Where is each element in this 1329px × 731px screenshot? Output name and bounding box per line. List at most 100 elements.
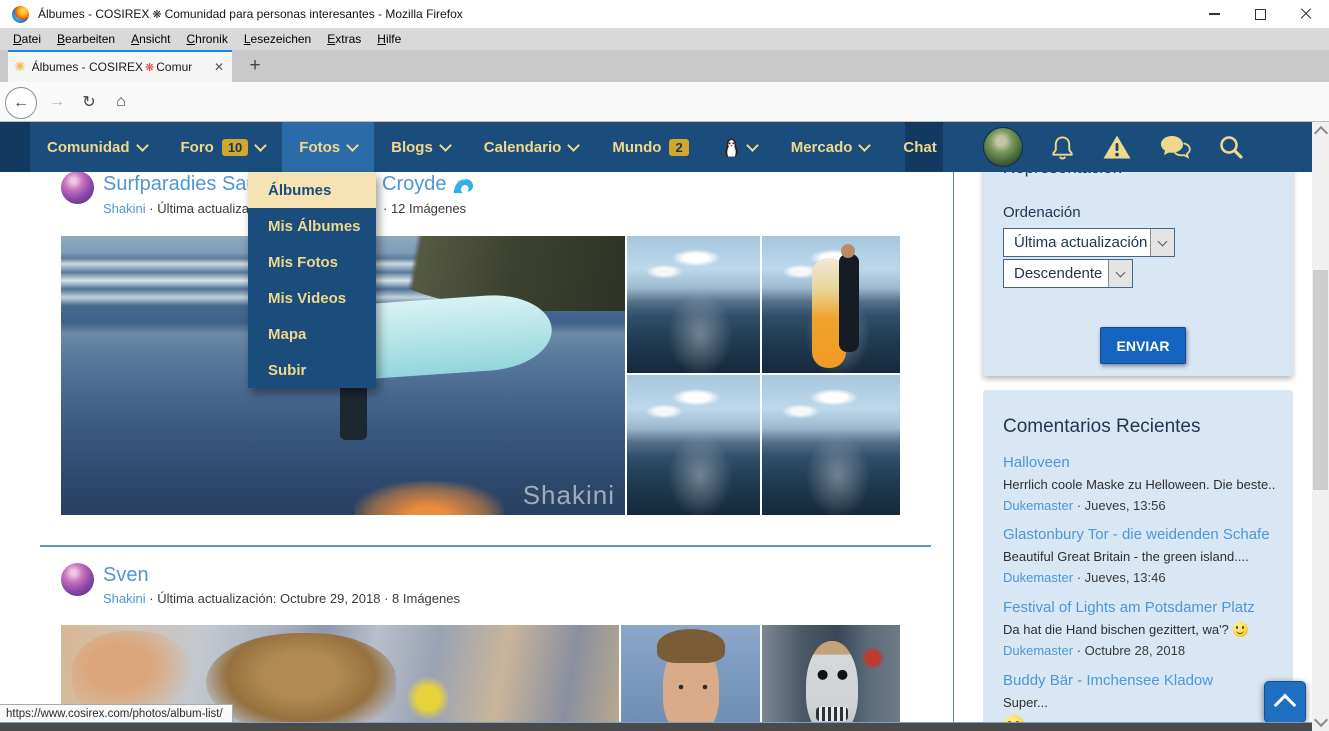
dropdown-item-subir[interactable]: Subir xyxy=(248,352,376,388)
site-nav-menu: Comunidad Foro10 Fotos Blogs Calendario … xyxy=(30,122,905,172)
tab-albumes[interactable]: ☀ Álbumes - COSIREX❋Comun ✕ xyxy=(8,50,232,82)
chevron-down-icon xyxy=(746,139,759,152)
album1-meta-count: · 12 Imágenes xyxy=(383,201,466,216)
nav-calendario[interactable]: Calendario xyxy=(467,122,596,172)
album1-title-start[interactable]: Surfparadies Sau xyxy=(103,173,258,196)
tab-title: Álbumes - COSIREX❋Comun xyxy=(32,60,192,74)
comment-title-link[interactable]: Buddy Bär - Imchensee Kladow xyxy=(1003,672,1275,689)
nav-mercado[interactable]: Mercado xyxy=(774,122,887,172)
album-owner-avatar[interactable] xyxy=(61,563,94,596)
new-tab-button[interactable]: + xyxy=(240,53,270,79)
window-title: Álbumes - COSIREX❋Comunidad para persona… xyxy=(38,7,463,21)
minimize-button[interactable] xyxy=(1191,0,1237,28)
close-button[interactable] xyxy=(1283,0,1329,28)
window-title-text-2: Comunidad para personas interesantes - M… xyxy=(165,7,463,21)
album2-meta: Shakini · Última actualización: Octubre … xyxy=(103,591,460,606)
fotos-dropdown-menu: Álbumes Mis Álbumes Mis Fotos Mis Videos… xyxy=(248,172,376,388)
dropdown-item-mis-albumes[interactable]: Mis Álbumes xyxy=(248,208,376,244)
comment-body: Da hat die Hand bischen gezittert, wa'? xyxy=(1003,622,1275,637)
comment-author-link[interactable]: Dukemaster xyxy=(1003,643,1073,658)
album1-photo-thumb[interactable] xyxy=(627,236,760,373)
site-search-icon[interactable] xyxy=(1218,134,1244,160)
comment-title-link[interactable]: Festival of Lights am Potsdamer Platz xyxy=(1003,599,1275,616)
hair-shape xyxy=(206,633,396,731)
surfer-shape xyxy=(839,254,859,353)
wave-icon xyxy=(452,175,474,195)
graffiti-shape xyxy=(407,676,449,720)
scrollbar-down-icon[interactable] xyxy=(1314,713,1328,727)
menu-ansicht[interactable]: Ansicht xyxy=(123,29,178,49)
firefox-window: Álbumes - COSIREX❋Comunidad para persona… xyxy=(0,0,1329,731)
chevron-down-icon xyxy=(567,139,580,152)
menu-datei[interactable]: Datei xyxy=(5,29,49,49)
nav-fotos[interactable]: Fotos xyxy=(282,122,374,172)
status-link-preview: https://www.cosirex.com/photos/album-lis… xyxy=(0,704,233,724)
album-author-link[interactable]: Shakini xyxy=(103,201,146,216)
album-owner-avatar[interactable] xyxy=(61,171,94,204)
content-column-divider xyxy=(953,172,954,731)
photo-watermark: Shakini xyxy=(523,480,615,511)
mundo-count-badge: 2 xyxy=(669,139,688,156)
reload-button[interactable]: ↻ xyxy=(74,87,104,117)
nav-blogs[interactable]: Blogs xyxy=(374,122,467,172)
direction-select[interactable]: Descendente xyxy=(1003,259,1133,288)
album1-photo-thumb[interactable] xyxy=(762,375,900,515)
comment-meta: Dukemaster · Jueves, 13:46 xyxy=(1003,570,1275,585)
select-arrow-icon[interactable] xyxy=(1150,229,1174,256)
comment-body: Super... xyxy=(1003,695,1275,710)
back-button[interactable]: ← xyxy=(5,87,37,119)
comment-author-link[interactable]: Dukemaster xyxy=(1003,498,1073,513)
scrollbar-up-icon[interactable] xyxy=(1314,126,1328,140)
album2-photo-thumb[interactable] xyxy=(621,625,760,731)
menu-chronik[interactable]: Chronik xyxy=(178,29,235,49)
nav-mundo[interactable]: Mundo2 xyxy=(595,122,705,172)
chevron-up-icon xyxy=(1274,694,1297,717)
dropdown-item-mis-fotos[interactable]: Mis Fotos xyxy=(248,244,376,280)
comment-author-link[interactable]: Dukemaster xyxy=(1003,570,1073,585)
sort-select[interactable]: Última actualización xyxy=(1003,228,1175,257)
album2-photo-thumb[interactable] xyxy=(762,625,900,731)
forward-button[interactable]: → xyxy=(42,87,72,117)
alerts-warning-icon[interactable] xyxy=(1102,134,1132,160)
menu-lesezeichen[interactable]: Lesezeichen xyxy=(236,29,319,49)
album1-photo-thumb[interactable] xyxy=(627,375,760,515)
nav-comunidad[interactable]: Comunidad xyxy=(30,122,164,172)
album1-photo-thumb[interactable] xyxy=(762,236,900,373)
menu-bearbeiten[interactable]: Bearbeiten xyxy=(49,29,123,49)
scrollbar-thumb[interactable] xyxy=(1313,270,1328,490)
comment-title-link[interactable]: Glastonbury Tor - die weidenden Schafe xyxy=(1003,526,1275,543)
sort-select-value: Última actualización xyxy=(1004,234,1150,251)
comment-title-link[interactable]: Halloveen xyxy=(1003,454,1275,471)
select-arrow-icon[interactable] xyxy=(1108,260,1132,287)
menu-extras[interactable]: Extras xyxy=(319,29,369,49)
menu-bar: Datei Bearbeiten Ansicht Chronik Lesezei… xyxy=(0,28,1329,50)
menu-hilfe[interactable]: Hilfe xyxy=(369,29,409,49)
nav-penguin[interactable] xyxy=(706,122,774,172)
comment-body: Herrlich coole Maske zu Helloween. Die b… xyxy=(1003,477,1275,492)
album2-title[interactable]: Sven xyxy=(103,564,149,587)
tab-close-icon[interactable]: ✕ xyxy=(212,58,226,76)
home-button[interactable]: ⌂ xyxy=(106,87,136,117)
dropdown-item-mapa[interactable]: Mapa xyxy=(248,316,376,352)
scroll-to-top-button[interactable] xyxy=(1264,681,1306,723)
direction-select-value: Descendente xyxy=(1004,265,1108,282)
dropdown-item-mis-videos[interactable]: Mis Videos xyxy=(248,280,376,316)
album1-title-end[interactable]: Croyde xyxy=(382,173,474,196)
recent-comments-panel: Comentarios Recientes Halloveen Herrlich… xyxy=(983,390,1293,731)
chevron-down-icon xyxy=(136,139,149,152)
sort-label: Ordenación xyxy=(1003,204,1081,221)
dropdown-item-albumes[interactable]: Álbumes xyxy=(248,172,376,208)
user-avatar[interactable] xyxy=(983,127,1023,167)
enviar-submit-button[interactable]: ENVIAR xyxy=(1100,327,1186,364)
page-scrollbar[interactable] xyxy=(1312,122,1329,731)
nav-foro[interactable]: Foro10 xyxy=(164,122,283,172)
site-nav-icons xyxy=(943,122,1312,172)
page-viewport: Comunidad Foro10 Fotos Blogs Calendario … xyxy=(0,122,1329,731)
album1-meta: Shakini · Última actualizac xyxy=(103,201,255,216)
foro-count-badge: 10 xyxy=(222,139,248,156)
wink-smiley-icon xyxy=(1233,622,1248,637)
album-author-link[interactable]: Shakini xyxy=(103,591,146,606)
maximize-button[interactable] xyxy=(1237,0,1283,28)
notifications-bell-icon[interactable] xyxy=(1050,134,1075,161)
messages-chat-icon[interactable] xyxy=(1159,134,1191,160)
